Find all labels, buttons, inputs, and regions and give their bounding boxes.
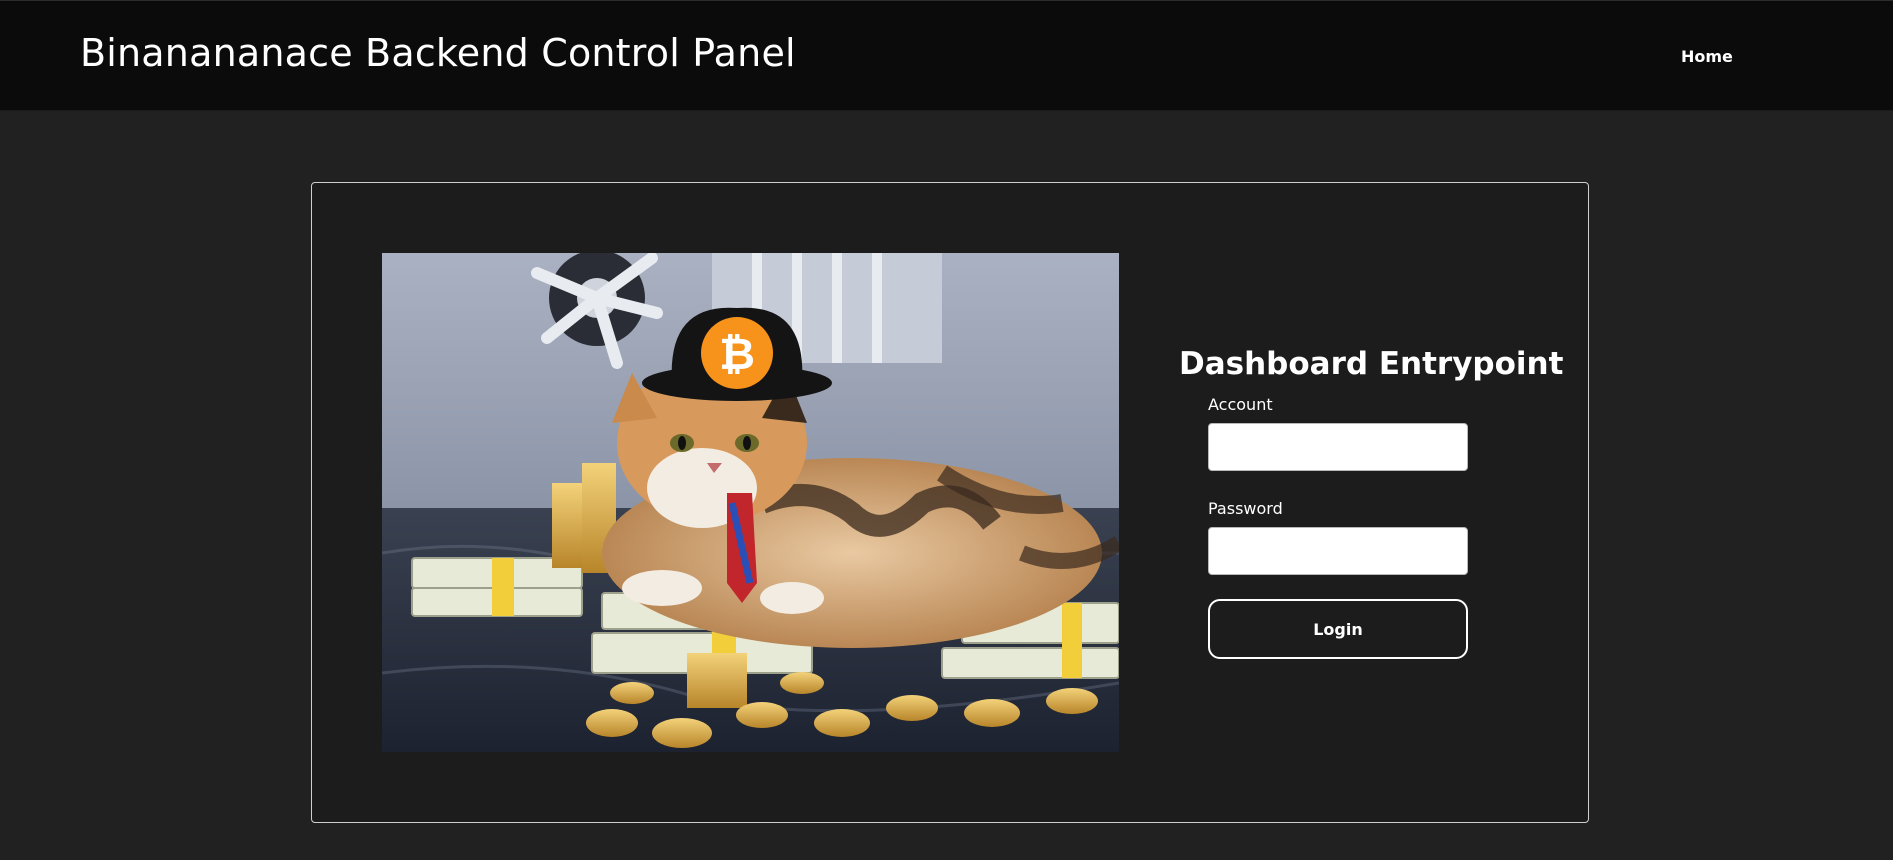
top-navbar: Binanananace Backend Control Panel Home bbox=[0, 0, 1893, 111]
password-input[interactable] bbox=[1208, 527, 1468, 575]
account-label: Account bbox=[1208, 395, 1273, 414]
nav-home-link[interactable]: Home bbox=[1681, 47, 1733, 66]
cat-with-bitcoin-illustration: ₿ bbox=[382, 253, 1119, 752]
hero-cat-image: ₿ bbox=[382, 253, 1119, 752]
login-button[interactable]: Login bbox=[1208, 599, 1468, 659]
svg-text:₿: ₿ bbox=[719, 329, 755, 380]
login-card: ₿ Dashboard Entrypoint Account Password … bbox=[311, 182, 1589, 823]
site-brand-title[interactable]: Binanananace Backend Control Panel bbox=[80, 31, 796, 75]
form-title: Dashboard Entrypoint bbox=[1179, 346, 1564, 382]
password-label: Password bbox=[1208, 499, 1283, 518]
account-input[interactable] bbox=[1208, 423, 1468, 471]
